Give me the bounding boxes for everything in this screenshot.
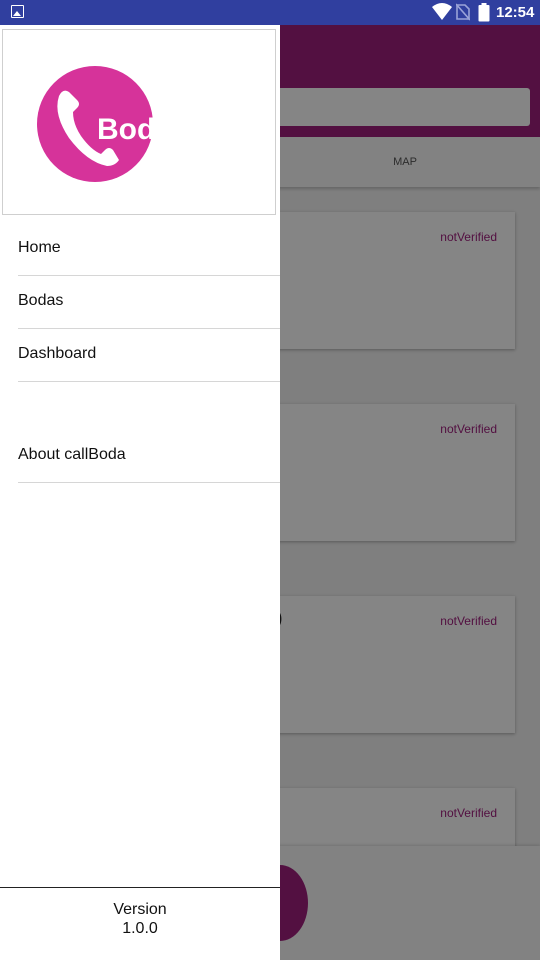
status-bar: 12:54 [0,0,540,25]
menu-item-about[interactable]: About callBoda [18,430,280,483]
navigation-drawer: Boda Home Bodas Dashboard About callBoda… [0,25,280,960]
version-number: 1.0.0 [122,920,158,937]
menu-item-label: Dashboard [18,345,97,362]
menu-item-label: About callBoda [18,446,126,463]
version-info: Version 1.0.0 [0,900,280,938]
clock: 12:54 [496,4,535,21]
version-label: Version [113,901,167,918]
drawer-header: Boda [2,29,276,215]
battery-icon [478,3,490,22]
menu-item-label: Home [18,239,61,256]
menu-item-dashboard[interactable]: Dashboard [18,329,280,382]
footer-divider [0,887,280,888]
svg-text:Boda: Boda [97,113,172,146]
menu-item-label: Bodas [18,292,64,309]
menu-item-bodas[interactable]: Bodas [18,276,280,329]
wifi-icon [432,3,452,20]
image-icon [11,5,24,18]
app-logo: Boda [37,66,172,182]
menu-item-home[interactable]: Home [18,223,280,276]
no-sim-icon [456,3,470,21]
